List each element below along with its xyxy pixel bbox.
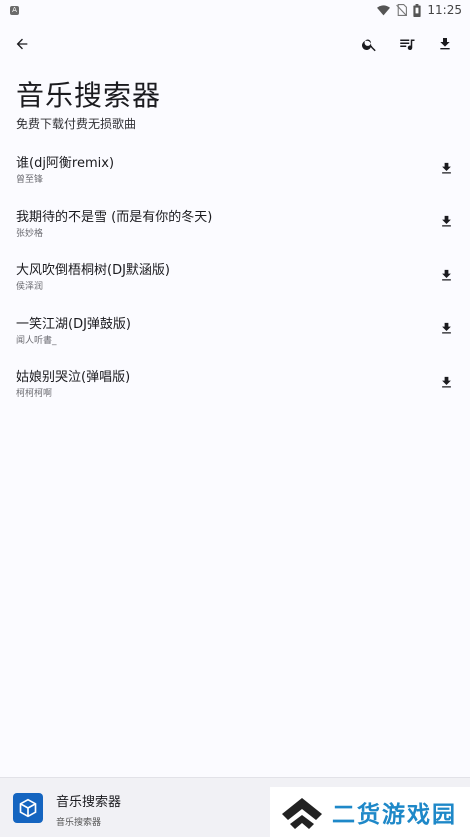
status-bar: A 11:25 [0, 0, 470, 20]
page-title: 音乐搜索器 [16, 79, 162, 112]
song-download-button[interactable] [434, 263, 458, 287]
back-button[interactable] [8, 30, 36, 58]
bottom-app-subtitle: 音乐搜索器 [56, 818, 102, 828]
song-artist: 侯泽润 [16, 282, 44, 292]
watermark: 二货游戏园 [270, 787, 470, 837]
song-title: 大风吹倒梧桐树(DJ默涵版) [16, 263, 170, 278]
song-download-button[interactable] [434, 156, 458, 180]
song-title: 一笑江湖(DJ弹鼓版) [16, 316, 131, 332]
song-download-button[interactable] [434, 210, 458, 234]
download-icon [441, 215, 451, 227]
search-button[interactable] [355, 30, 383, 58]
song-artist: 曾至锋 [16, 175, 44, 185]
song-item[interactable]: 姑娘别哭泣(弹唱版) 柯柯柯啊 [0, 356, 470, 410]
download-icon [441, 162, 451, 173]
song-item[interactable]: 谁(dj阿衡remix) 曾至锋 [0, 142, 470, 196]
search-icon [361, 39, 376, 51]
playlist-button[interactable] [393, 30, 421, 58]
song-title: 谁(dj阿衡remix) [16, 156, 115, 171]
song-item[interactable]: 大风吹倒梧桐树(DJ默涵版) 侯泽润 [0, 249, 470, 303]
song-artist: 闻人听書_ [16, 335, 57, 346]
page-subtitle: 免费下载付费无损歌曲 [16, 117, 137, 131]
watermark-text: 二货游戏园 [332, 802, 457, 828]
chevron-up-logo-icon [282, 798, 322, 829]
song-item[interactable]: 一笑江湖(DJ弹鼓版) 闻人听書_ [0, 303, 470, 357]
toolbar [0, 24, 470, 64]
song-download-button[interactable] [434, 317, 458, 341]
divider [0, 777, 470, 778]
wifi-icon [377, 4, 391, 15]
download-all-button[interactable] [431, 30, 459, 58]
download-icon [441, 322, 451, 334]
song-title: 我期待的不是雪 (而是有你的冬天) [16, 209, 213, 225]
song-download-button[interactable] [434, 370, 458, 394]
bottom-app-name: 音乐搜索器 [56, 795, 122, 810]
arrow-left-icon [16, 38, 28, 50]
battery-icon [413, 3, 422, 17]
playlist-music-icon [400, 39, 415, 51]
status-time: 11:25 [427, 3, 462, 17]
song-item[interactable]: 我期待的不是雪 (而是有你的冬天) 张妙格 [0, 196, 470, 250]
notification-a-icon: A [10, 5, 19, 15]
download-icon [441, 269, 451, 280]
song-title: 姑娘别哭泣(弹唱版) [16, 370, 131, 385]
no-sim-icon [396, 4, 408, 16]
app-cube-icon [13, 793, 43, 823]
song-list: 谁(dj阿衡remix) 曾至锋 我期待的不是雪 (而是有你的冬天) 张妙格 大… [0, 142, 470, 410]
song-artist: 柯柯柯啊 [16, 389, 53, 399]
download-icon [441, 376, 451, 387]
download-icon [440, 38, 450, 50]
song-artist: 张妙格 [16, 228, 44, 239]
